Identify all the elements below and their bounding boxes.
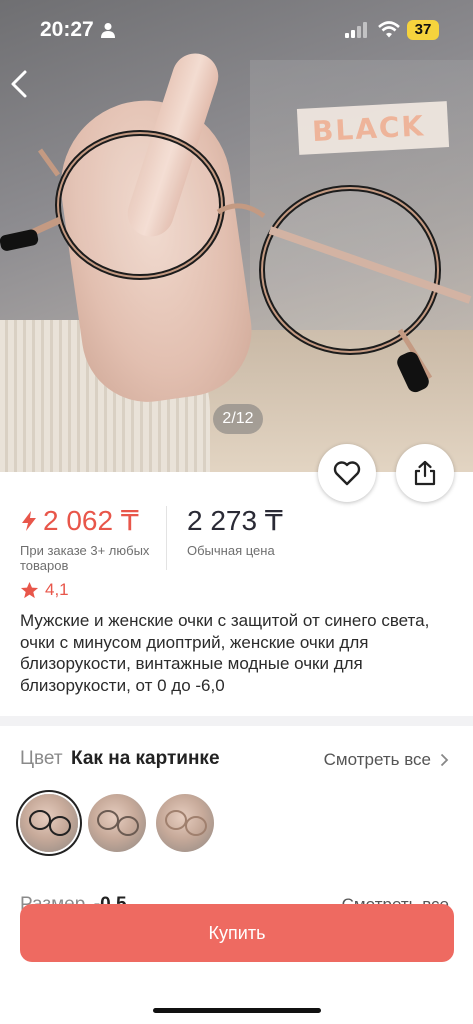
- glasses-thumbnail-icon: [165, 810, 207, 836]
- image-counter: 2/12: [213, 404, 263, 434]
- favorite-button[interactable]: [318, 444, 376, 502]
- chevron-right-icon: [440, 753, 449, 767]
- rating[interactable]: 4,1: [20, 580, 69, 600]
- color-swatch[interactable]: [156, 794, 214, 852]
- glasses-thumbnail-icon: [29, 810, 71, 836]
- color-see-all-label: Смотреть все: [323, 750, 431, 769]
- product-image[interactable]: BLACK: [0, 0, 473, 472]
- share-button[interactable]: [396, 444, 454, 502]
- rating-value: 4,1: [45, 580, 69, 599]
- status-time: 20:27: [40, 18, 94, 41]
- share-icon: [414, 460, 436, 486]
- wifi-icon: [378, 21, 400, 38]
- glasses-thumbnail-icon: [97, 810, 139, 836]
- person-icon: [101, 23, 115, 38]
- back-arrow-icon[interactable]: [4, 64, 38, 104]
- price-block: 2 062 ₸ При заказе 3+ любых товаров 2 27…: [0, 500, 473, 578]
- color-label: Цвет: [20, 748, 63, 769]
- color-section: Цвет Как на картинке Смотреть все: [20, 748, 455, 774]
- status-bar: 20:27 37: [0, 0, 473, 60]
- regular-price-group: 2 273 ₸ Обычная цена: [187, 504, 283, 558]
- sale-price: 2 062 ₸: [20, 504, 160, 537]
- color-swatch[interactable]: [20, 794, 78, 852]
- product-title: Мужские и женские очки с защитой от сине…: [20, 611, 430, 695]
- sale-price-note: При заказе 3+ любых товаров: [20, 543, 150, 573]
- section-separator: [0, 716, 473, 726]
- sale-price-value: 2 062 ₸: [43, 505, 139, 536]
- regular-price-value: 2 273 ₸: [187, 505, 283, 536]
- buy-button[interactable]: Купить: [20, 904, 454, 962]
- color-see-all-button[interactable]: Смотреть все: [324, 750, 449, 770]
- signal-icon: [345, 22, 367, 38]
- regular-price-note: Обычная цена: [187, 543, 275, 558]
- color-value: Как на картинке: [71, 748, 220, 769]
- home-indicator[interactable]: [153, 1008, 321, 1013]
- bolt-icon: [22, 510, 36, 531]
- glasses-illustration: [0, 130, 472, 393]
- color-swatch[interactable]: [88, 794, 146, 852]
- price-divider: [166, 506, 167, 570]
- battery-indicator: 37: [407, 20, 439, 40]
- sale-price-group: 2 062 ₸ При заказе 3+ любых товаров: [20, 504, 160, 573]
- heart-icon: [333, 461, 361, 486]
- star-icon: [20, 581, 39, 598]
